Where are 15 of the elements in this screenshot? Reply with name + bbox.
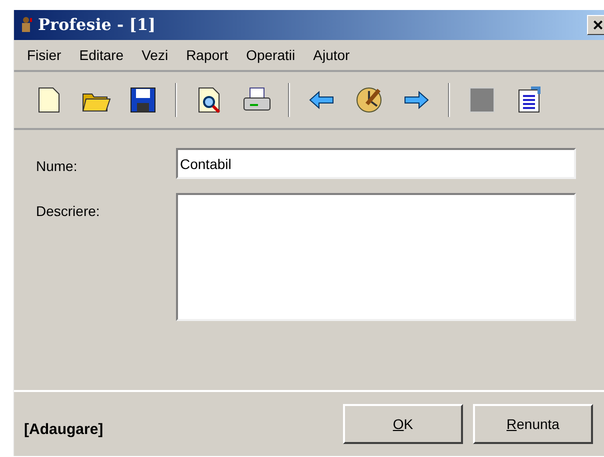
window-title: Profesie - [1] xyxy=(38,14,156,36)
field-label: Nume: xyxy=(36,157,78,176)
menu-item[interactable]: Fisier xyxy=(18,44,70,66)
dialog-button[interactable]: Renunta xyxy=(473,404,593,444)
menu-item[interactable]: Ajutor xyxy=(304,44,359,66)
close-button[interactable]: × xyxy=(587,15,604,35)
mode-label: [Adaugare] xyxy=(24,420,104,440)
name-field[interactable]: Contabil xyxy=(176,148,576,179)
menu-item[interactable]: Vezi xyxy=(132,44,178,66)
menu-item[interactable]: Operatii xyxy=(237,44,304,66)
menu-item[interactable]: Editare xyxy=(70,44,133,66)
description-field[interactable] xyxy=(176,193,576,321)
dialog-button[interactable]: OK xyxy=(343,404,463,444)
field-label: Descriere: xyxy=(36,202,101,221)
menu-item[interactable]: Raport xyxy=(177,44,238,66)
